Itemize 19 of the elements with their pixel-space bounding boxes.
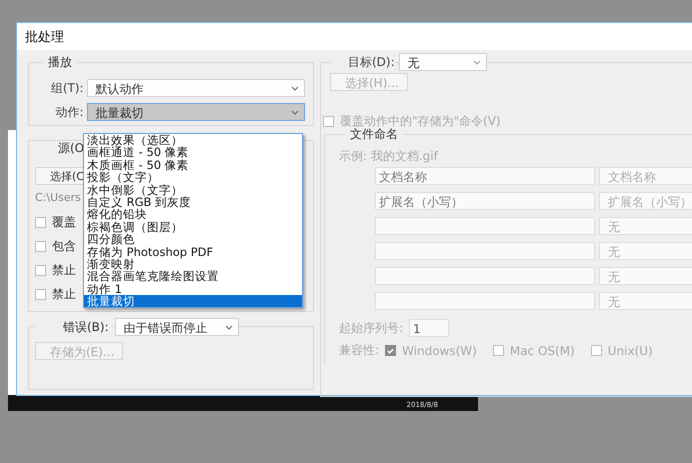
window-title: 批处理 [25,28,64,46]
field-label: 兼容性: [339,342,380,359]
checkbox-label: 包含 [52,238,76,254]
checkbox-label: 禁止 [52,286,76,302]
field-label: 起始序列号: [339,320,404,336]
field-label: 组(T): [50,80,85,96]
checkbox-label: Unix(U) [608,344,653,358]
checkbox-label: Mac OS(M) [510,344,575,358]
checkbox-label: 覆盖 [52,214,76,230]
group-legend: 文件命名 [345,127,403,141]
checkbox-label: Windows(W) [402,344,477,358]
field-label: 错误(B): [35,318,111,336]
path-text: C:\Users [35,191,81,205]
group-legend: 播放 [43,55,77,69]
field-label: 动作: [54,104,85,120]
checkbox-label: 覆盖动作中的"存储为"命令(V) [340,112,501,128]
checkbox-label: 禁止 [52,262,76,278]
example-text: 示例: 我的文档.gif [339,149,440,163]
field-label: 目标(D): [330,54,395,70]
